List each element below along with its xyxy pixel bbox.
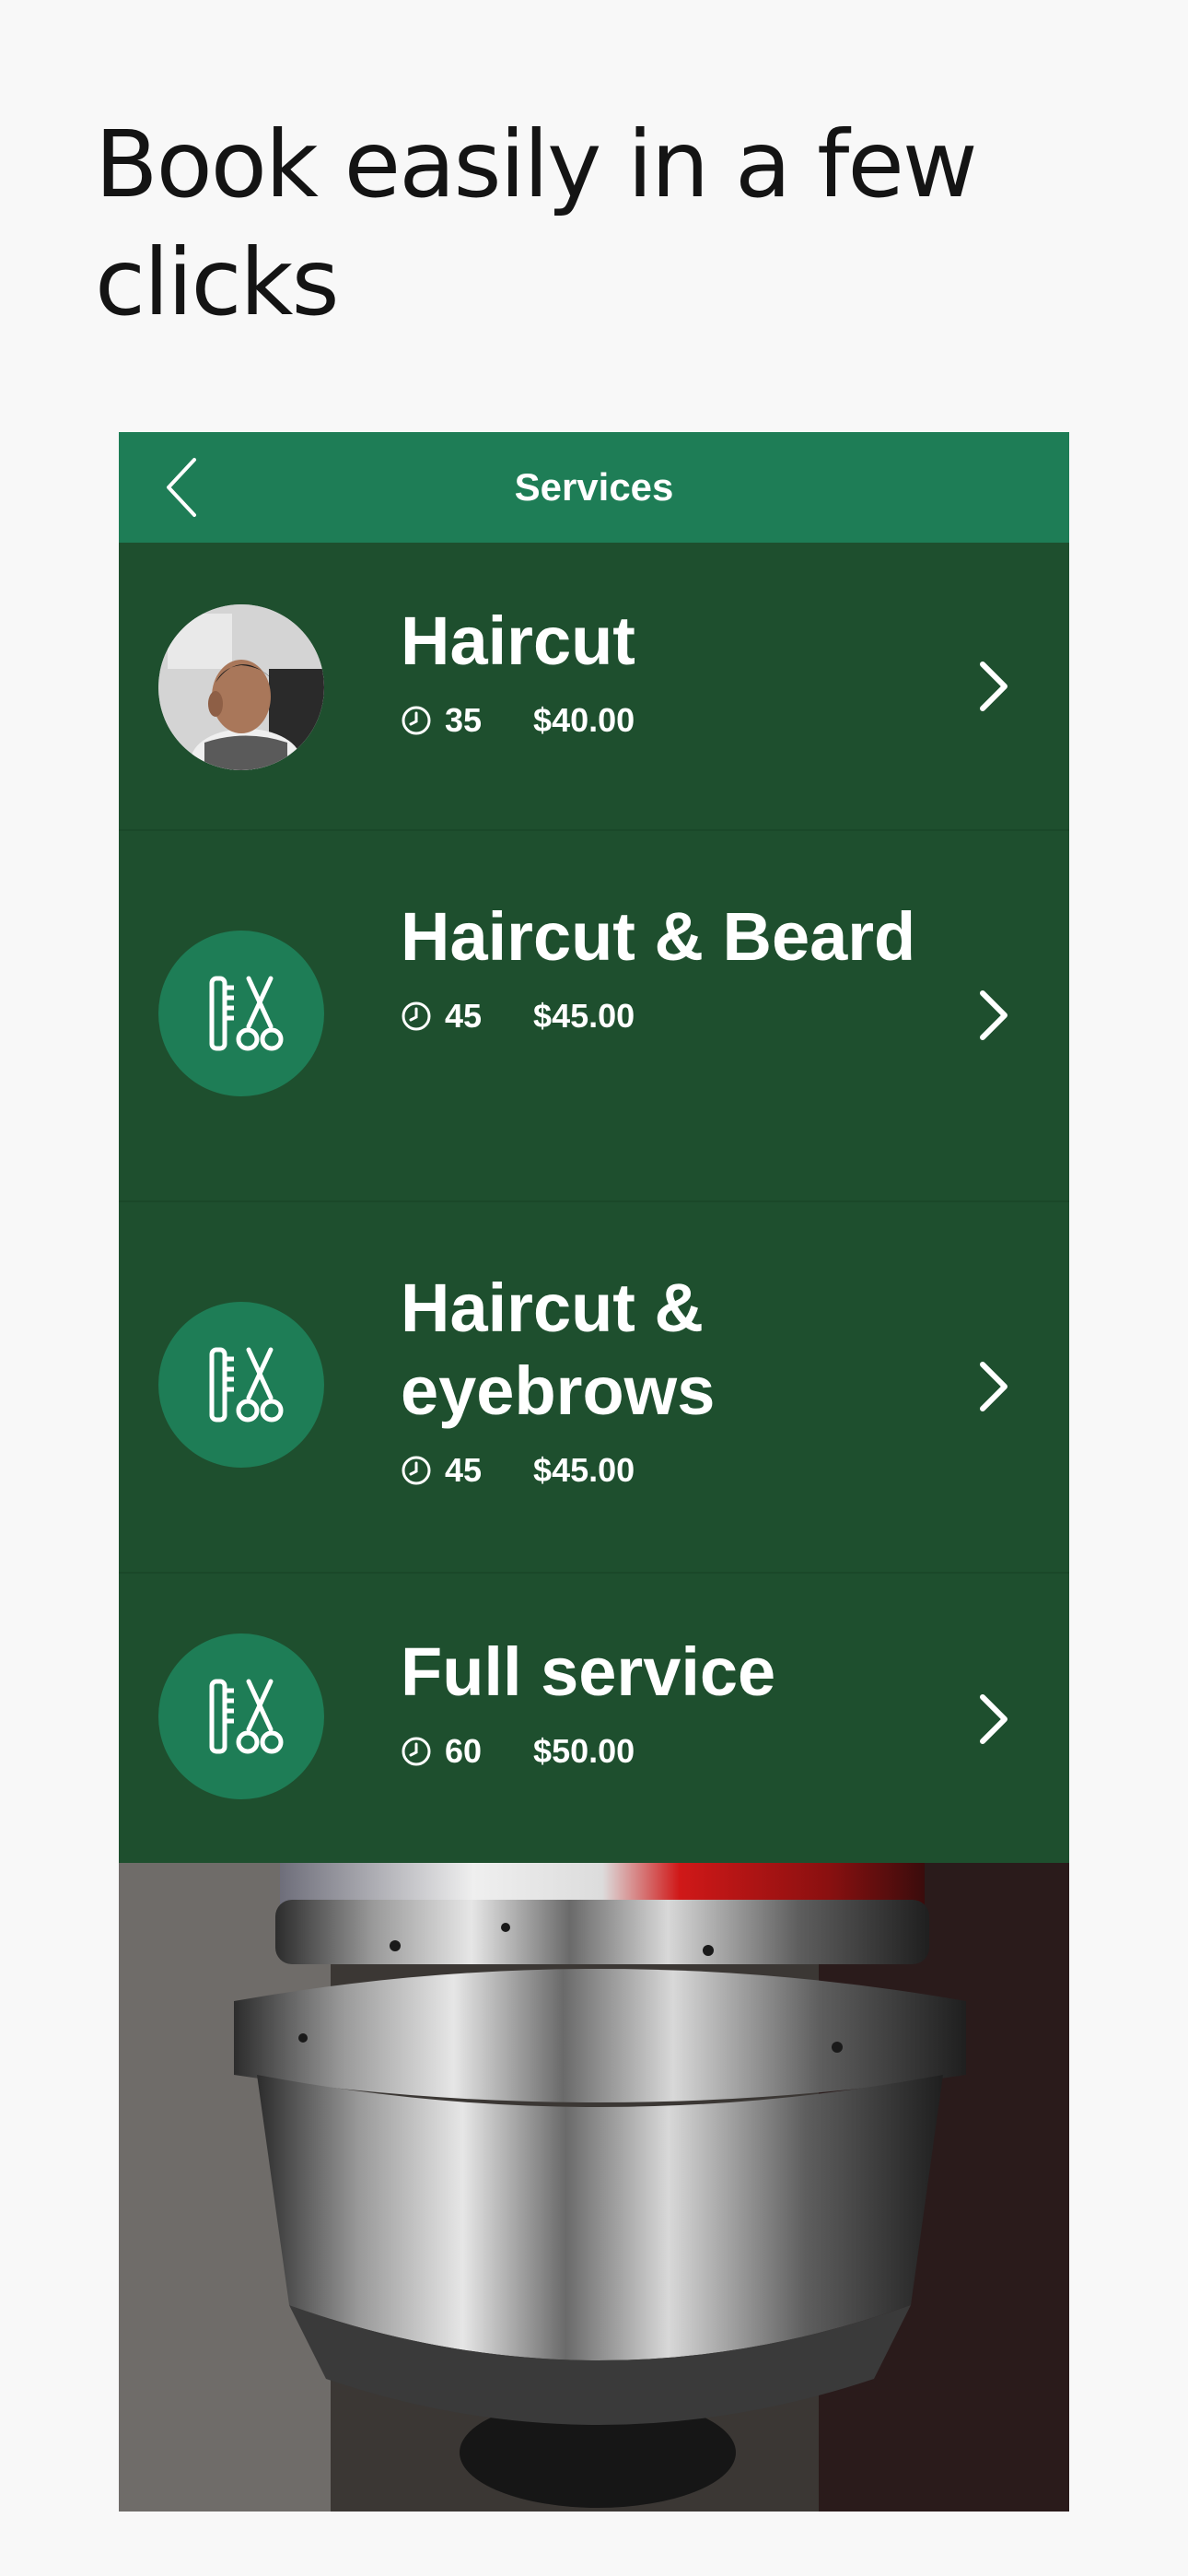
service-meta: 35 $40.00 — [401, 701, 916, 740]
service-duration: 45 — [445, 997, 483, 1035]
comb-scissors-icon — [209, 1679, 284, 1754]
service-price: $50.00 — [533, 1732, 635, 1770]
phone-screenshot: Services Haircut 35 $40.00 Haircut & Bea… — [119, 432, 1069, 2512]
comb-scissors-icon-circle — [158, 1633, 324, 1799]
nav-title: Services — [514, 465, 674, 509]
comb-scissors-icon-circle — [158, 1302, 324, 1468]
service-duration: 35 — [445, 701, 483, 739]
service-price: $45.00 — [533, 997, 635, 1035]
service-row-haircut-beard[interactable]: Haircut & Beard 45 $45.00 — [119, 831, 1069, 1202]
comb-scissors-icon — [209, 1347, 284, 1423]
service-name: Full service — [401, 1633, 776, 1710]
service-meta: 45 $45.00 — [401, 1451, 916, 1490]
chevron-right-icon — [980, 990, 1007, 1040]
comb-scissors-icon-circle — [158, 931, 324, 1096]
nav-bar: Services — [119, 432, 1069, 543]
service-name: Haircut — [401, 603, 635, 679]
service-row-haircut[interactable]: Haircut 35 $40.00 — [119, 543, 1069, 831]
headline: Book easily in a few clicks — [95, 111, 978, 336]
service-duration: 60 — [445, 1732, 483, 1770]
barber-pole-photo — [119, 1863, 1069, 2512]
service-price: $40.00 — [533, 701, 635, 739]
service-info: Full service 60 $50.00 — [401, 1631, 916, 1771]
chevron-right-icon — [980, 1694, 1007, 1744]
customer-photo — [158, 604, 324, 770]
service-name: Haircut & eyebrows — [401, 1270, 716, 1429]
service-meta: 60 $50.00 — [401, 1732, 916, 1771]
service-duration: 45 — [445, 1451, 483, 1489]
service-list: Haircut 35 $40.00 Haircut & Beard 45 $45… — [119, 543, 1069, 1863]
chevron-right-icon — [980, 1362, 1007, 1411]
service-price: $45.00 — [533, 1451, 635, 1489]
service-info: Haircut & eyebrows 45 $45.00 — [401, 1267, 916, 1490]
clock-icon — [402, 1737, 431, 1766]
service-meta: 45 $45.00 — [401, 997, 916, 1036]
page: Book easily in a few clicks Services Hai… — [0, 0, 1188, 2576]
clock-icon — [402, 706, 431, 735]
service-info: Haircut & Beard 45 $45.00 — [401, 896, 916, 1036]
service-name: Haircut & Beard — [401, 898, 916, 975]
service-row-full-service[interactable]: Full service 60 $50.00 — [119, 1574, 1069, 1863]
clock-icon — [402, 1001, 431, 1031]
comb-scissors-icon — [209, 976, 284, 1051]
clock-icon — [402, 1456, 431, 1485]
service-row-haircut-eyebrows[interactable]: Haircut & eyebrows 45 $45.00 — [119, 1202, 1069, 1574]
chevron-right-icon — [980, 662, 1007, 711]
service-info: Haircut 35 $40.00 — [401, 600, 916, 740]
